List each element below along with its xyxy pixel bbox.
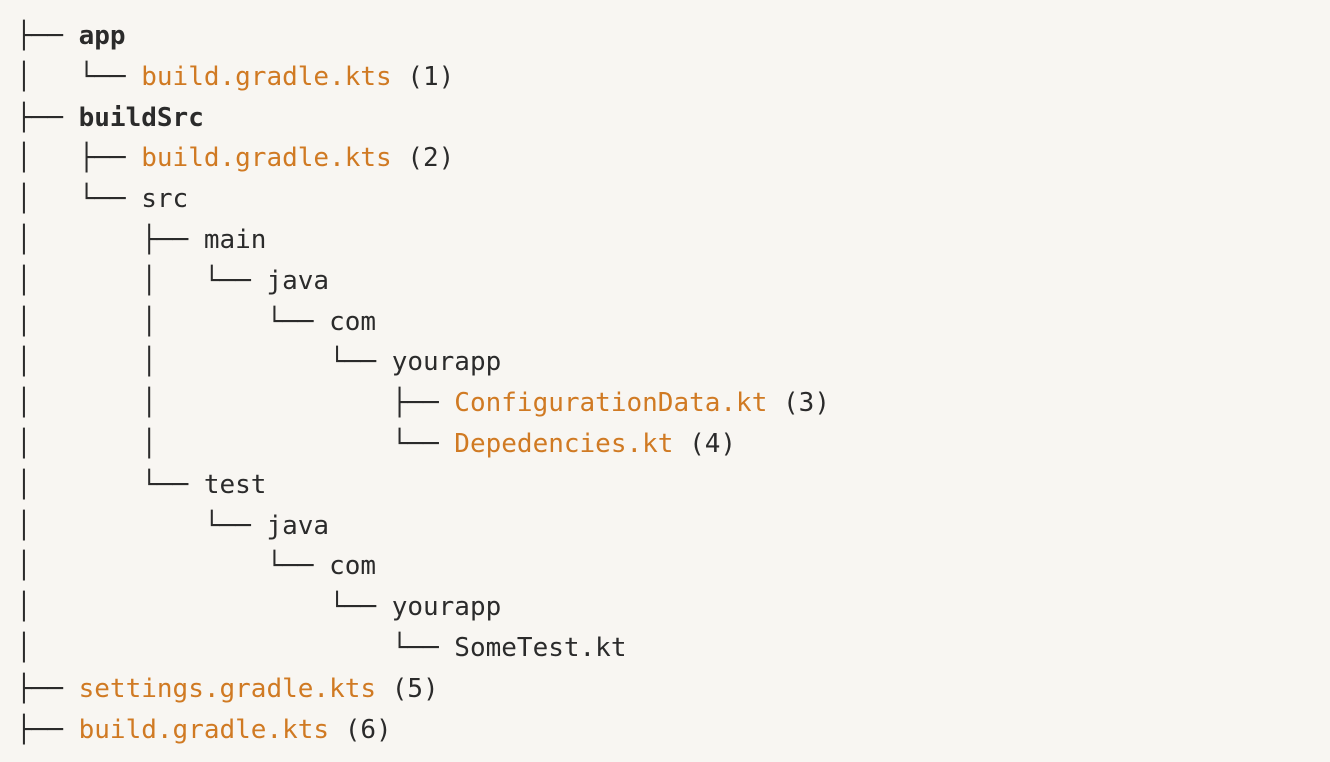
tree-row: │ ├── build.gradle.kts (2) <box>16 138 1316 179</box>
folder-name: java <box>266 510 330 541</box>
tree-row: │ │ └── Depedencies.kt (4) <box>16 424 1316 465</box>
tree-guide: │ │ └── <box>16 428 455 459</box>
tree-guide: ├── <box>16 673 79 704</box>
tree-row: │ │ └── java <box>16 261 1316 302</box>
folder-name: main <box>203 224 267 255</box>
tree-guide: ├── <box>16 102 79 133</box>
file-tree: ├── app │ └── build.gradle.kts (1) ├── bui… <box>16 16 1316 750</box>
tree-row: ├── buildSrc <box>16 98 1316 139</box>
annotation-number: (3) <box>767 388 830 419</box>
annotation-number: (6) <box>329 714 392 745</box>
tree-guide: │ └── <box>16 469 204 500</box>
tree-guide: │ └── <box>16 510 267 541</box>
folder-name: yourapp <box>391 592 502 623</box>
tree-guide: │ ├── <box>16 224 204 255</box>
annotation-number: (4) <box>673 428 737 459</box>
tree-row: ├── settings.gradle.kts (5) <box>16 669 1316 710</box>
tree-row: │ │ └── com <box>16 302 1316 343</box>
annotation-number: (5) <box>376 673 439 704</box>
file-name: settings.gradle.kts <box>78 673 377 704</box>
tree-row: │ └── test <box>16 465 1316 506</box>
annotation-number: (1) <box>391 61 455 92</box>
folder-name: app <box>78 21 126 51</box>
tree-guide: ├── <box>16 21 79 51</box>
folder-name: com <box>329 306 377 337</box>
tree-guide: │ └── <box>16 61 142 92</box>
tree-guide: │ │ └── <box>16 347 392 378</box>
tree-row: │ └── SomeTest.kt <box>16 628 1316 669</box>
annotation-number: (2) <box>391 143 455 174</box>
tree-row: │ └── yourapp <box>16 587 1316 628</box>
tree-row: │ │ └── yourapp <box>16 342 1316 383</box>
tree-row: │ │ ├── ConfigurationData.kt (3) <box>16 383 1316 424</box>
tree-row: ├── build.gradle.kts (6) <box>16 710 1316 751</box>
tree-row: │ └── src <box>16 179 1316 220</box>
tree-row: │ └── build.gradle.kts (1) <box>16 57 1316 98</box>
folder-name: com <box>329 551 377 582</box>
folder-name: src <box>141 184 189 215</box>
file-name: ConfigurationData.kt <box>454 388 768 419</box>
file-name: Depedencies.kt <box>454 428 674 459</box>
tree-guide: │ ├── <box>16 143 142 174</box>
tree-guide: │ └── <box>16 592 392 623</box>
file-name: build.gradle.kts <box>141 143 392 174</box>
file-name: build.gradle.kts <box>141 61 392 92</box>
tree-guide: ├── <box>16 714 79 745</box>
tree-row: │ └── com <box>16 546 1316 587</box>
tree-guide: │ │ └── <box>16 306 330 337</box>
tree-guide: │ │ ├── <box>16 388 455 419</box>
folder-name: yourapp <box>391 347 502 378</box>
folder-name: buildSrc <box>78 102 204 133</box>
tree-guide: │ │ └── <box>16 265 267 296</box>
tree-row: │ └── java <box>16 506 1316 547</box>
file-name: build.gradle.kts <box>78 714 330 745</box>
tree-guide: │ └── <box>16 632 455 663</box>
tree-guide: │ └── <box>16 551 330 582</box>
folder-name: java <box>266 265 330 296</box>
tree-guide: │ └── <box>16 184 142 215</box>
folder-name: test <box>203 469 267 500</box>
file-name: SomeTest.kt <box>454 632 627 663</box>
tree-row: ├── app <box>16 16 1316 57</box>
tree-row: │ ├── main <box>16 220 1316 261</box>
